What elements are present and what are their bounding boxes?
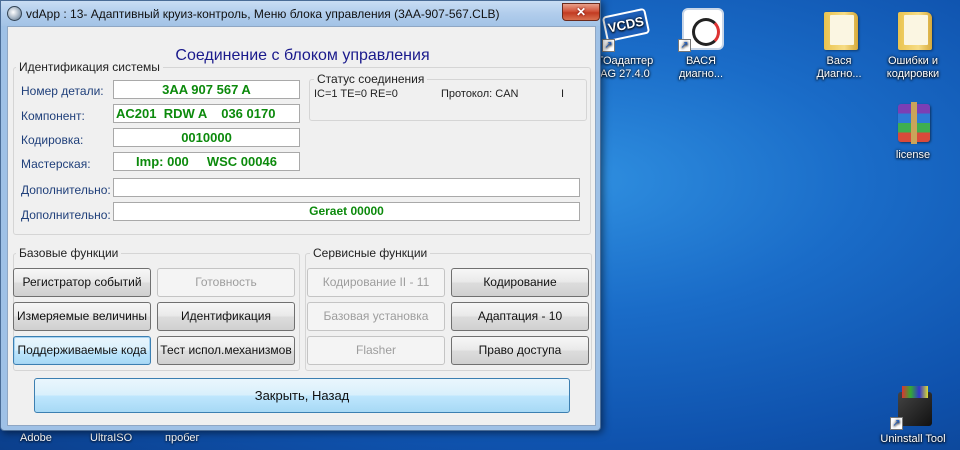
vcds-icon: VCDS ↗ [601,6,651,52]
flasher-button[interactable]: Flasher [307,336,445,365]
desktop-icon-label: ВАСЯ диагно... [678,55,724,80]
vasya-diagnost-icon: ↗ [678,6,724,52]
desktop-icon-license[interactable]: license [874,100,952,162]
client-area: Соединение с блоком управления Идентифик… [7,26,596,426]
measured-values-button[interactable]: Измеряемые величины [13,302,151,331]
basic-settings-button[interactable]: Базовая установка [307,302,445,331]
part-number-label: Номер детали: [21,84,104,98]
desktop-icon-label: Ошибки и кодировки [886,55,940,80]
desktop-bottom-labels: Adobe UltraISO пробег [0,430,960,450]
part-number-value: 3AA 907 567 A [113,80,300,99]
basic-functions-legend: Базовые функции [16,246,122,260]
identification-legend: Идентификация системы [16,60,163,74]
folder-icon [816,6,862,52]
access-rights-button[interactable]: Право доступа [451,336,589,365]
desktop-icon-label: license [895,149,931,161]
close-icon: ✕ [575,5,587,19]
adaptation-button[interactable]: Адаптация - 10 [451,302,589,331]
identification-button[interactable]: Идентификация [157,302,295,331]
desktop-icon-errors-folder[interactable]: Ошибки и кодировки [874,6,952,81]
connection-status-legend: Статус соединения [314,72,428,86]
workshop-value: Imp: 000 WSC 00046 [113,152,300,171]
workshop-label: Мастерская: [21,157,91,171]
shortcut-arrow-icon: ↗ [678,39,691,52]
shortcut-arrow-icon: ↗ [890,417,903,430]
component-value: AC201 RDW A 036 0170 [113,104,300,123]
coding-value: 0010000 [113,128,300,147]
desktop-label-probeg[interactable]: пробег [165,432,200,444]
title-bar[interactable]: vdApp : 13- Адаптивный круиз-контроль, М… [1,1,600,26]
desktop-label-adobe[interactable]: Adobe [20,432,52,444]
window-title: vdApp : 13- Адаптивный круиз-контроль, М… [26,7,500,21]
uninstall-tool-icon: ↗ [890,384,936,430]
connection-protocol: Протокол: CAN [441,88,519,100]
event-log-button[interactable]: Регистратор событий [13,268,151,297]
coding-button[interactable]: Кодирование [451,268,589,297]
coding-label: Кодировка: [21,133,84,147]
additional-1-label: Дополнительно: [21,183,111,197]
component-label: Компонент: [21,109,85,123]
supported-codes-button[interactable]: Поддерживаемые кода [13,336,151,365]
desktop-icon-label: Вася Диагно... [816,55,862,80]
close-back-button[interactable]: Закрыть, Назад [34,378,570,413]
shortcut-arrow-icon: ↗ [602,39,615,52]
vdapp-window: vdApp : 13- Адаптивный круиз-контроль, М… [0,0,601,431]
coding-ii-button[interactable]: Кодирование II - 11 [307,268,445,297]
app-icon [7,6,22,21]
winrar-archive-icon [890,100,936,146]
readiness-button[interactable]: Готовность [157,268,295,297]
desktop-icon-vasya-diagnost[interactable]: ↗ ВАСЯ диагно... [662,6,740,81]
actuator-test-button[interactable]: Тест испол.механизмов [157,336,295,365]
additional-1-value [113,178,580,197]
folder-icon [890,6,936,52]
desktop-icon-vasya-folder[interactable]: Вася Диагно... [800,6,878,81]
additional-2-label: Дополнительно: [21,208,111,222]
additional-2-value: Geraet 00000 [113,202,580,221]
close-window-button[interactable]: ✕ [562,3,600,21]
desktop-label-ultraiso[interactable]: UltraISO [90,432,132,444]
connection-indicator: I [561,88,565,100]
connection-counters: IC=1 TE=0 RE=0 [314,88,398,100]
service-functions-legend: Сервисные функции [310,246,431,260]
